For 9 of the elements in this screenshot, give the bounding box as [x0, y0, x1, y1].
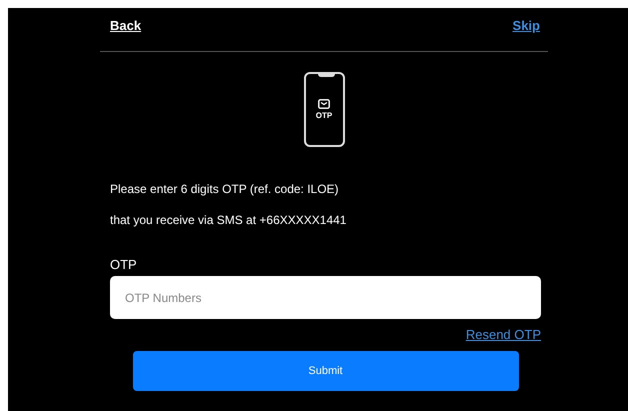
instruction-text: that you receive via SMS at +66XXXXX1441	[110, 212, 348, 229]
otp-label: OTP	[110, 257, 138, 274]
back-link[interactable]: Back	[110, 18, 142, 34]
submit-button[interactable]: Submit	[132, 351, 518, 391]
resend-otp-link[interactable]: Resend OTP	[466, 327, 541, 342]
otp-input-field[interactable]: OTP Numbers	[110, 276, 541, 319]
phone-icon: OTP	[304, 72, 344, 147]
skip-link[interactable]: Skip	[512, 18, 540, 34]
instruction-text: Please enter 6 digits OTP (ref. code: ILOE)	[110, 181, 340, 198]
